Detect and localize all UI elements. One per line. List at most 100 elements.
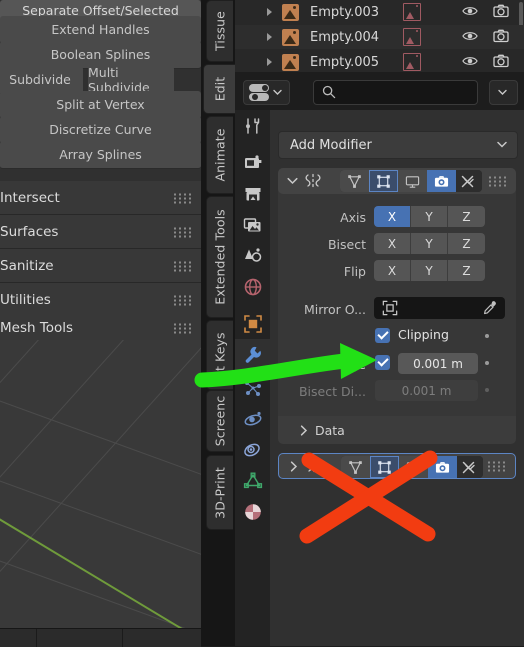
modifier-drag-grip[interactable]	[489, 176, 506, 187]
axis-x-button[interactable]: X	[374, 206, 411, 227]
camera-icon[interactable]	[493, 53, 509, 69]
bisect-x-button[interactable]: X	[374, 233, 411, 254]
on-cage-display-toggle-2[interactable]	[370, 456, 399, 478]
flip-z-button[interactable]: Z	[448, 260, 485, 281]
merge-threshold-field[interactable]: 0.001 m	[398, 353, 478, 374]
sidebar-tab-st-keys[interactable]: st Keys	[206, 320, 233, 390]
realtime-display-toggle[interactable]	[398, 170, 427, 192]
properties-tab-data[interactable]	[235, 465, 270, 496]
chevron-down-icon[interactable]	[287, 177, 298, 185]
mesh-data-icon[interactable]	[403, 53, 421, 71]
properties-tab-particles[interactable]	[235, 372, 270, 403]
outliner-row[interactable]: Empty.005	[235, 50, 524, 72]
sidebar-tab-animate[interactable]: Animate	[206, 116, 233, 194]
clipping-checkbox[interactable]	[375, 328, 390, 343]
operator-button-label: Split at Vertex	[56, 97, 145, 112]
properties-tab-constraints[interactable]	[235, 434, 270, 465]
flip-x-button[interactable]: X	[374, 260, 411, 281]
properties-tab-view-layer[interactable]	[235, 209, 270, 240]
search-input[interactable]	[313, 80, 478, 105]
operator-button[interactable]: Split at Vertex	[0, 91, 201, 119]
axis-z-button[interactable]: Z	[448, 206, 485, 227]
operator-button[interactable]: Multi Subdivide	[88, 65, 174, 95]
outliner-item-label[interactable]: Empty.003	[310, 5, 379, 20]
search-field[interactable]	[342, 81, 474, 104]
eyedropper-icon[interactable]	[482, 300, 498, 316]
second-modifier-drag-grip[interactable]	[488, 461, 505, 472]
category-grip[interactable]	[174, 261, 191, 271]
edit-mode-display-toggle[interactable]	[340, 170, 369, 192]
properties-tab-output[interactable]	[235, 178, 270, 209]
data-subpanel-header[interactable]: Data	[278, 416, 516, 444]
sidebar-tab-3d-print[interactable]: 3D-Print	[206, 455, 233, 530]
properties-options-dropdown[interactable]	[489, 80, 518, 105]
properties-tab-modifier[interactable]	[235, 339, 270, 370]
visibility-toggle[interactable]	[462, 28, 478, 47]
outliner-row[interactable]: Empty.003	[235, 0, 524, 24]
axis-y-button[interactable]: Y	[411, 206, 448, 227]
category-grip[interactable]	[174, 227, 191, 237]
category-grip[interactable]	[174, 193, 191, 203]
merge-animate-dot[interactable]	[485, 361, 489, 365]
bisect-y-button[interactable]: Y	[411, 233, 448, 254]
outliner-item-label[interactable]: Empty.005	[310, 55, 379, 70]
edit-mode-display-toggle-2[interactable]	[341, 456, 370, 478]
realtime-display-toggle-2[interactable]	[399, 456, 428, 478]
properties-tab-material[interactable]	[235, 496, 270, 527]
outliner-row[interactable]: Empty.004	[235, 25, 524, 49]
on-cage-display-toggle[interactable]	[369, 170, 398, 192]
outliner[interactable]: Empty.003 Empty.004 Empty.005	[235, 0, 524, 72]
render-visibility-toggle[interactable]	[493, 28, 509, 47]
camera-icon[interactable]	[493, 28, 509, 44]
category-row[interactable]: Intersect	[0, 181, 201, 215]
eye-icon[interactable]	[462, 3, 478, 19]
bisect-z-button[interactable]: Z	[448, 233, 485, 254]
second-modifier-header[interactable]	[278, 453, 516, 479]
properties-tab-scene[interactable]	[235, 240, 270, 271]
eye-icon[interactable]	[462, 53, 478, 69]
expand-triangle-icon[interactable]	[267, 33, 272, 41]
eye-icon[interactable]	[462, 28, 478, 44]
sidebar-tab-tissue[interactable]: Tissue	[206, 0, 233, 62]
render-visibility-toggle[interactable]	[493, 3, 509, 22]
render-display-toggle-2[interactable]	[428, 456, 457, 478]
properties-tab-object[interactable]	[235, 308, 270, 339]
close-icon[interactable]	[460, 174, 475, 189]
category-row[interactable]: Surfaces	[0, 215, 201, 249]
merge-checkbox[interactable]	[375, 355, 390, 370]
mirror-modifier-header[interactable]	[278, 168, 516, 194]
category-grip[interactable]	[174, 323, 191, 333]
vertical-tab-strip: Tissue Edit Animate Extended Tools st Keys Sc…	[201, 0, 235, 646]
properties-tab-tool[interactable]	[235, 110, 270, 141]
expand-triangle-icon[interactable]	[267, 58, 272, 66]
add-modifier-button[interactable]: Add Modifier	[278, 131, 518, 159]
operator-button[interactable]: Array Splines	[0, 141, 201, 169]
properties-tab-world[interactable]	[235, 271, 270, 302]
flip-y-button[interactable]: Y	[411, 260, 448, 281]
3d-viewport[interactable]	[0, 340, 201, 646]
editor-type-selector[interactable]	[243, 80, 290, 105]
clipping-animate-dot[interactable]	[485, 334, 489, 338]
sidebar-tab-screenc[interactable]: Screenc	[206, 390, 233, 452]
sidebar-tab-edit[interactable]: Edit	[203, 64, 235, 114]
operator-button[interactable]: Subdivide	[0, 66, 83, 94]
mirror-object-field[interactable]	[374, 297, 505, 319]
mesh-data-icon[interactable]	[403, 3, 421, 21]
operator-button[interactable]: Extend Handles	[0, 16, 201, 44]
close-icon[interactable]	[461, 460, 476, 475]
render-display-toggle[interactable]	[427, 170, 456, 192]
properties-tab-physics[interactable]	[235, 403, 270, 434]
category-row[interactable]: Sanitize	[0, 249, 201, 283]
render-visibility-toggle[interactable]	[493, 53, 509, 72]
visibility-toggle[interactable]	[462, 3, 478, 22]
sidebar-tab-extended-tools[interactable]: Extended Tools	[206, 196, 233, 318]
expand-triangle-icon[interactable]	[267, 8, 272, 16]
outliner-item-label[interactable]: Empty.004	[310, 30, 379, 45]
operator-button[interactable]: Discretize Curve	[0, 116, 201, 144]
properties-tab-render[interactable]	[235, 147, 270, 178]
camera-icon[interactable]	[493, 3, 509, 19]
chevron-right-icon[interactable]	[290, 461, 298, 472]
mesh-data-icon[interactable]	[403, 28, 421, 46]
category-grip[interactable]	[174, 295, 191, 305]
visibility-toggle[interactable]	[462, 53, 478, 72]
